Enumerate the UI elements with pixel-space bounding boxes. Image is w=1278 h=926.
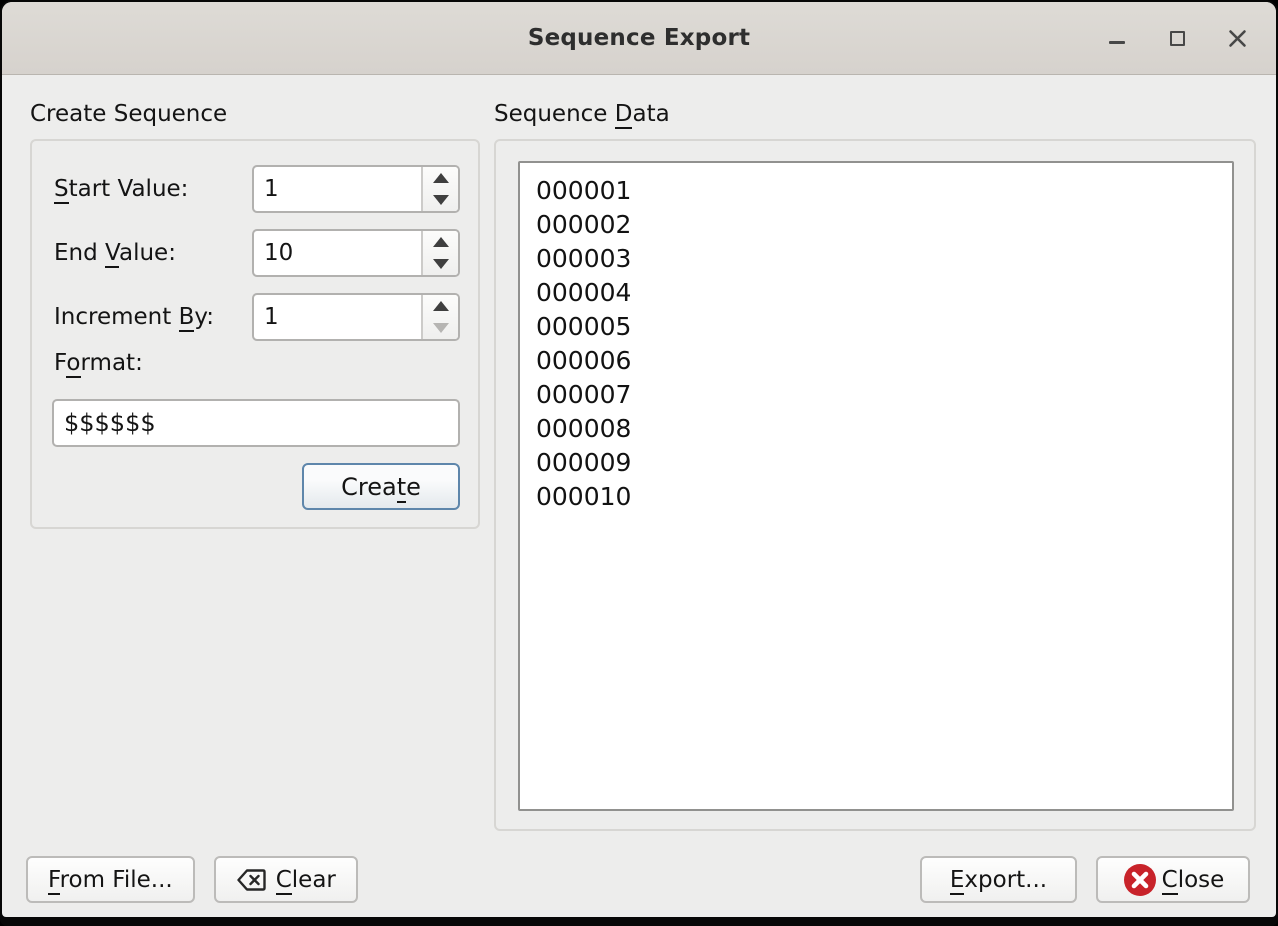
increment-by-spin-up-button[interactable] bbox=[423, 295, 458, 317]
increment-by-spin-buttons bbox=[421, 295, 458, 339]
start-value-spin-buttons bbox=[421, 167, 458, 211]
start-value-input[interactable] bbox=[254, 167, 421, 211]
dialog-window: Sequence Export bbox=[0, 0, 1278, 926]
sequence-item: 000007 bbox=[536, 378, 1232, 412]
window-title: Sequence Export bbox=[528, 25, 750, 51]
sequence-data-group: 0000010000020000030000040000050000060000… bbox=[494, 139, 1256, 831]
arrow-up-icon bbox=[433, 301, 449, 311]
sequence-data-list: 0000010000020000030000040000050000060000… bbox=[536, 174, 1232, 514]
arrow-down-icon bbox=[433, 195, 449, 205]
maximize-icon bbox=[1170, 31, 1185, 46]
sequence-item: 000010 bbox=[536, 480, 1232, 514]
close-window-button[interactable] bbox=[1220, 21, 1254, 55]
sequence-data-listbox[interactable]: 0000010000020000030000040000050000060000… bbox=[518, 161, 1234, 811]
arrow-up-icon bbox=[433, 237, 449, 247]
increment-by-label: Increment By: bbox=[54, 293, 214, 341]
end-value-input[interactable] bbox=[254, 231, 421, 275]
sequence-item: 000008 bbox=[536, 412, 1232, 446]
create-sequence-group: Start Value: End Value: Incr bbox=[30, 139, 480, 529]
minimize-button[interactable] bbox=[1100, 21, 1134, 55]
sequence-item: 000005 bbox=[536, 310, 1232, 344]
close-button[interactable]: Close bbox=[1096, 856, 1250, 903]
end-value-label: End Value: bbox=[54, 229, 176, 277]
sequence-item: 000001 bbox=[536, 174, 1232, 208]
footer-right-buttons: Export... Close bbox=[920, 856, 1250, 903]
clear-button[interactable]: Clear bbox=[214, 856, 358, 903]
red-cancel-icon bbox=[1122, 862, 1158, 898]
sequence-item: 000009 bbox=[536, 446, 1232, 480]
titlebar[interactable]: Sequence Export bbox=[2, 2, 1276, 75]
start-value-spin-up-button[interactable] bbox=[423, 167, 458, 189]
start-value-label: Start Value: bbox=[54, 165, 188, 213]
sequence-item: 000003 bbox=[536, 242, 1232, 276]
close-window-icon bbox=[1228, 29, 1247, 48]
start-value-spin-down-button[interactable] bbox=[423, 189, 458, 211]
format-input[interactable] bbox=[52, 399, 460, 447]
arrow-down-icon bbox=[433, 259, 449, 269]
from-file-button[interactable]: From File... bbox=[26, 856, 195, 903]
end-value-spin-buttons bbox=[421, 231, 458, 275]
arrow-down-icon bbox=[433, 323, 449, 333]
format-label: Format: bbox=[54, 341, 143, 385]
increment-by-spinbox bbox=[252, 293, 460, 341]
maximize-button[interactable] bbox=[1160, 21, 1194, 55]
dialog-content: Create Sequence Start Value: End Value: bbox=[2, 75, 1276, 917]
create-button[interactable]: Create bbox=[302, 463, 460, 510]
backspace-icon bbox=[236, 868, 267, 892]
increment-by-input[interactable] bbox=[254, 295, 421, 339]
sequence-item: 000002 bbox=[536, 208, 1232, 242]
sequence-item: 000004 bbox=[536, 276, 1232, 310]
footer-left-buttons: From File... Clear bbox=[26, 856, 358, 903]
start-value-spinbox bbox=[252, 165, 460, 213]
window-controls bbox=[1100, 2, 1254, 74]
minimize-icon bbox=[1109, 41, 1125, 44]
create-sequence-label: Create Sequence bbox=[30, 101, 227, 127]
dialog-frame: Sequence Export bbox=[2, 2, 1276, 917]
sequence-item: 000006 bbox=[536, 344, 1232, 378]
sequence-data-label: Sequence Data bbox=[494, 101, 670, 127]
increment-by-spin-down-button[interactable] bbox=[423, 317, 458, 339]
footer: From File... Clear Export... bbox=[26, 856, 1250, 903]
export-button[interactable]: Export... bbox=[920, 856, 1077, 903]
end-value-spin-down-button[interactable] bbox=[423, 253, 458, 275]
end-value-spinbox bbox=[252, 229, 460, 277]
arrow-up-icon bbox=[433, 173, 449, 183]
end-value-spin-up-button[interactable] bbox=[423, 231, 458, 253]
